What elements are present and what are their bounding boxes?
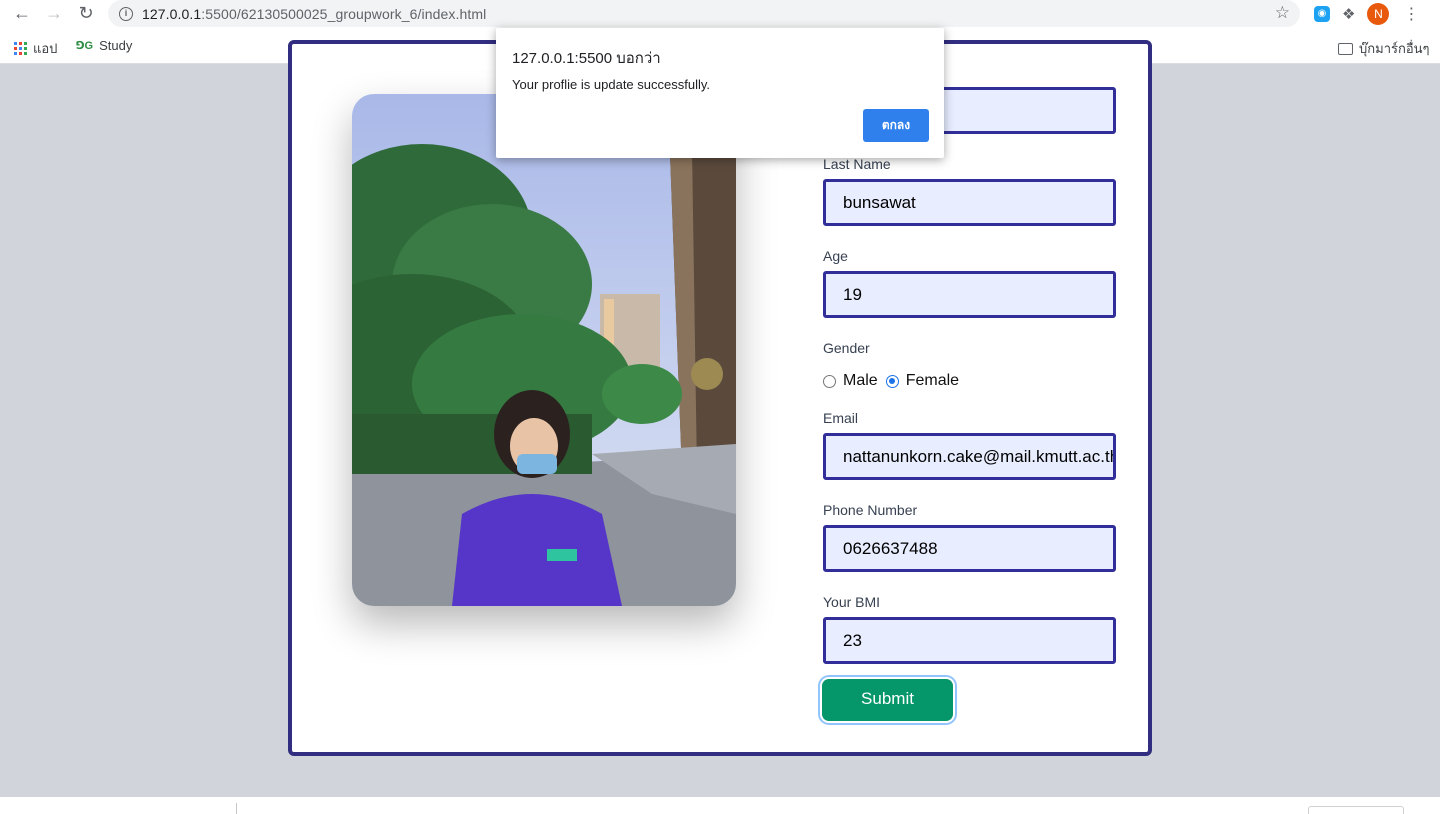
url-path: :5500/62130500025_groupwork_6/index.html — [201, 5, 487, 22]
email-input[interactable]: nattanunkorn.cake@mail.kmutt.ac.th — [823, 433, 1116, 480]
alert-dialog: 127.0.0.1:5500 บอกว่า Your proflie is up… — [496, 28, 944, 158]
extension-eye-icon[interactable]: ◉ — [1314, 5, 1330, 22]
kebab-menu-icon[interactable]: ⋮ — [1403, 4, 1419, 24]
bookmark-study-label: Study — [99, 38, 133, 53]
forward-arrow-icon[interactable]: → — [38, 0, 70, 27]
bookmark-star-icon[interactable]: ☆ — [1275, 3, 1290, 23]
puzzle-icon[interactable]: ❖ — [1342, 5, 1355, 23]
extensions-area: ◉ ❖ N ⋮ — [1308, 0, 1419, 27]
age-input[interactable]: 19 — [823, 271, 1116, 318]
gender-radio-group: Male Female — [823, 372, 959, 390]
email-label: Email — [823, 410, 859, 426]
gender-female-label[interactable]: Female — [906, 372, 959, 390]
dialog-title: 127.0.0.1:5500 บอกว่า — [512, 50, 661, 67]
bmi-label: Your BMI — [823, 594, 881, 610]
info-icon[interactable]: i — [119, 6, 133, 21]
gender-male-radio[interactable] — [823, 374, 836, 388]
gender-male-label[interactable]: Male — [843, 372, 878, 390]
back-arrow-icon[interactable]: ← — [6, 0, 38, 27]
bookmark-other[interactable]: บุ๊กมาร์กอื่นๆ — [1338, 38, 1430, 59]
address-bar[interactable]: i 127.0.0.1:5500/62130500025_groupwork_6… — [108, 0, 1300, 27]
bookmark-apps[interactable]: แอป — [14, 38, 57, 59]
submit-button[interactable]: Submit — [822, 679, 953, 721]
bookmark-other-label: บุ๊กมาร์กอื่นๆ — [1359, 41, 1430, 56]
footer-divider — [236, 803, 237, 814]
geeksforgeeks-icon: ⅁G — [76, 40, 94, 52]
dialog-ok-button[interactable]: ตกลง — [863, 109, 929, 142]
last-name-label: Last Name — [823, 156, 891, 172]
phone-input[interactable]: 0626637488 — [823, 525, 1116, 572]
age-label: Age — [823, 248, 848, 264]
url-host: 127.0.0.1 — [142, 5, 202, 22]
profile-photo-image — [352, 94, 736, 606]
footer-element — [1308, 806, 1404, 814]
reload-icon[interactable]: ↻ — [70, 0, 102, 27]
profile-photo — [352, 94, 736, 606]
profile-avatar[interactable]: N — [1367, 2, 1390, 25]
page-footer — [0, 797, 1440, 814]
dialog-message: Your proflie is update successfully. — [512, 77, 710, 92]
bmi-input[interactable]: 23 — [823, 617, 1116, 664]
last-name-input[interactable]: bunsawat — [823, 179, 1116, 226]
bookmark-study[interactable]: ⅁G Study — [76, 38, 132, 53]
gender-label: Gender — [823, 340, 870, 356]
bookmark-apps-label: แอป — [33, 41, 58, 56]
url-text: 127.0.0.1:5500/62130500025_groupwork_6/i… — [142, 6, 486, 22]
browser-toolbar: ← → ↻ i 127.0.0.1:5500/62130500025_group… — [0, 0, 1440, 27]
gender-female-radio[interactable] — [885, 374, 899, 388]
phone-label: Phone Number — [823, 502, 918, 518]
apps-grid-icon — [14, 42, 27, 55]
folder-icon — [1338, 42, 1353, 55]
